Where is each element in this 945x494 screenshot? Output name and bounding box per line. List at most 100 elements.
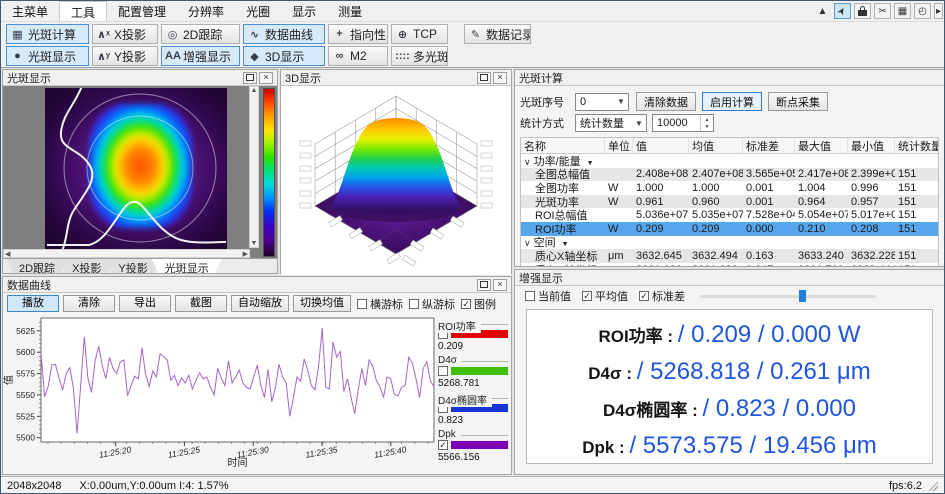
restore-button[interactable] (477, 279, 491, 291)
menu-item-6[interactable]: 显示 (281, 1, 327, 21)
overflow-button[interactable]: ▸ (934, 3, 943, 19)
beam-image[interactable] (45, 88, 227, 251)
pin-button[interactable]: ➤ (834, 3, 851, 19)
tab-3[interactable]: Y投影 (105, 259, 160, 273)
scissors-button[interactable]: ✂ (874, 3, 891, 19)
curve-option-1-checkbox[interactable]: 横游标 (357, 296, 403, 312)
tab-4[interactable]: 光斑显示 (152, 259, 222, 273)
trend-chart[interactable]: 55005525555055755600562511:25:2011:25:25… (3, 314, 437, 474)
curve-option-3-checkbox[interactable]: ✓图例 (461, 296, 496, 312)
enhanced-option-2-checkbox[interactable]: ✓平均值 (582, 288, 628, 304)
titlebar-icons: ▲➤ ✂ ▦ ◴▸ (814, 1, 944, 21)
restore-icon (480, 74, 488, 81)
restore-button[interactable] (477, 72, 491, 84)
curve-option-2-checkbox[interactable]: 纵游标 (409, 296, 455, 312)
spinner-arrows-icon[interactable]: ▲▼ (700, 115, 713, 131)
toolbar-button-data-curve[interactable]: ∿数据曲线 (243, 24, 325, 44)
close-button[interactable]: × (259, 72, 273, 84)
column-header[interactable]: 值 (633, 138, 689, 153)
menu-item-3[interactable]: 配置管理 (107, 1, 177, 21)
horizontal-scrollbar[interactable]: ◀▶ (3, 249, 250, 258)
save-icon: ▦ (898, 6, 907, 17)
chart-area: 55005525555055755600562511:25:2011:25:25… (3, 314, 511, 474)
legend-item: D4σ5268.781 (438, 361, 508, 389)
vertical-scrollbar[interactable]: ▲▼ (249, 86, 259, 248)
legend-item-row (438, 366, 508, 376)
curve-button-5[interactable]: 自动缩放 (231, 295, 289, 312)
tab-1[interactable]: 2D跟踪 (6, 259, 68, 273)
legend-checkbox[interactable] (438, 366, 448, 376)
enhanced-value-number: / 5573.575 / 19.456 μm (629, 432, 876, 459)
curve-button-6[interactable]: 切换均值 (293, 295, 351, 312)
beam-seq-select[interactable]: 0 ▼ (575, 93, 629, 111)
beam-viewport: ▲▼ ◀▶ (3, 86, 277, 258)
column-header[interactable]: 标准差 (743, 138, 795, 153)
3d-viewport[interactable] (281, 86, 511, 275)
toolbar-button-record[interactable]: ✎数据记录 (464, 24, 531, 44)
toolbar-button-beam-display[interactable]: ●光斑显示 (6, 46, 89, 66)
resize-grip[interactable] (928, 481, 938, 491)
column-header[interactable]: 均值 (689, 138, 743, 153)
table-cell: 7.528e+04 (743, 209, 795, 221)
toolbar-button-multi-spot[interactable]: ::::多光斑 (391, 46, 448, 66)
toolbar-button-projection-y[interactable]: ∧ʸY投影 (92, 46, 158, 66)
toolbar-button-calculator[interactable]: ▦光斑计算 (6, 24, 89, 44)
curve-button-3[interactable]: 导出 (119, 295, 171, 312)
collapse-button[interactable]: ▲ (814, 3, 831, 19)
stat-mode-select[interactable]: 统计数量 ▼ (575, 114, 647, 132)
lock-icon (858, 6, 867, 16)
calc-button-2[interactable]: 启用计算 (702, 92, 762, 111)
group-collapse-icon[interactable]: ∨ (524, 238, 531, 248)
menu-item-1[interactable]: 主菜单 (1, 1, 59, 21)
table-cell: 0.347 (743, 264, 795, 266)
close-button[interactable]: × (493, 72, 507, 84)
lock-button[interactable] (854, 3, 871, 19)
restore-button[interactable] (243, 72, 257, 84)
close-button[interactable]: × (493, 279, 507, 291)
save-button[interactable]: ▦ (894, 3, 911, 19)
multi-spot-icon: :::: (395, 50, 410, 62)
restore-icon (480, 281, 488, 288)
menu-item-2[interactable]: 工具 (59, 1, 107, 21)
toolbar-button-m2[interactable]: ∞M2 (328, 46, 388, 66)
enhanced-value-number: / 5268.818 / 0.261 μm (637, 358, 871, 385)
menu-item-4[interactable]: 分辨率 (177, 1, 235, 21)
beam-seq-label: 光斑序号 (520, 94, 570, 110)
calc-button-3[interactable]: 断点采集 (768, 92, 828, 111)
toolbar-button-3d-display[interactable]: ◆3D显示 (243, 46, 325, 66)
toolbar-button-projection-x[interactable]: ∧ˣX投影 (92, 24, 158, 44)
slider-handle[interactable] (799, 290, 806, 302)
curve-button-4[interactable]: 截图 (175, 295, 227, 312)
group-collapse-icon[interactable]: ∨ (524, 157, 531, 167)
column-header[interactable]: 最大值 (795, 138, 848, 153)
tab-2[interactable]: X投影 (59, 259, 114, 273)
column-header[interactable]: 名称 (521, 138, 605, 153)
calc-button-1[interactable]: 清除数据 (636, 92, 696, 111)
table-cell: 151 (895, 168, 939, 180)
toolbar-button-enhanced-display[interactable]: AA增强显示 (161, 46, 240, 66)
enhanced-value-label: Dpk : (582, 438, 629, 457)
enhanced-option-1-checkbox[interactable]: 当前值 (525, 288, 571, 304)
toolbar-button-pointing[interactable]: +指向性 (328, 24, 388, 44)
gauge-button[interactable]: ◴ (914, 3, 931, 19)
curve-button-1[interactable]: 播放 (7, 295, 59, 312)
toolbar-button-globe[interactable]: ⊕TCP (391, 24, 448, 44)
table-row[interactable]: 质心Y轴坐标μm3291.6323291.2830.3473291.769328… (521, 263, 938, 266)
check-icon: ✓ (640, 291, 648, 301)
app-window: 主菜单工具配置管理分辨率光圈显示测量 ▲➤ ✂ ▦ ◴▸ ▦光斑计算∧ˣX投影◎2D跟… (0, 0, 945, 494)
curve-button-2[interactable]: 清除 (63, 295, 115, 312)
stat-count-spinner[interactable]: 10000 ▲▼ (652, 114, 714, 132)
legend-checkbox[interactable]: ✓ (438, 440, 448, 450)
menu-item-5[interactable]: 光圈 (235, 1, 281, 21)
table-cell: 3632.494 (689, 250, 743, 262)
menu-item-7[interactable]: 测量 (327, 1, 373, 21)
column-header[interactable]: 最小值 (848, 138, 895, 153)
table-cell: 5.017e+07 (848, 209, 895, 221)
column-header[interactable]: 统计数量 (895, 138, 939, 153)
record-icon: ✎ (468, 28, 483, 41)
std-dev-slider[interactable] (700, 289, 876, 303)
enhanced-option-3-checkbox[interactable]: ✓标准差 (639, 288, 685, 304)
resolution-readout: 2048x2048 (7, 480, 61, 492)
toolbar-button-tracking[interactable]: ◎2D跟踪 (161, 24, 240, 44)
column-header[interactable]: 单位 (605, 138, 633, 153)
